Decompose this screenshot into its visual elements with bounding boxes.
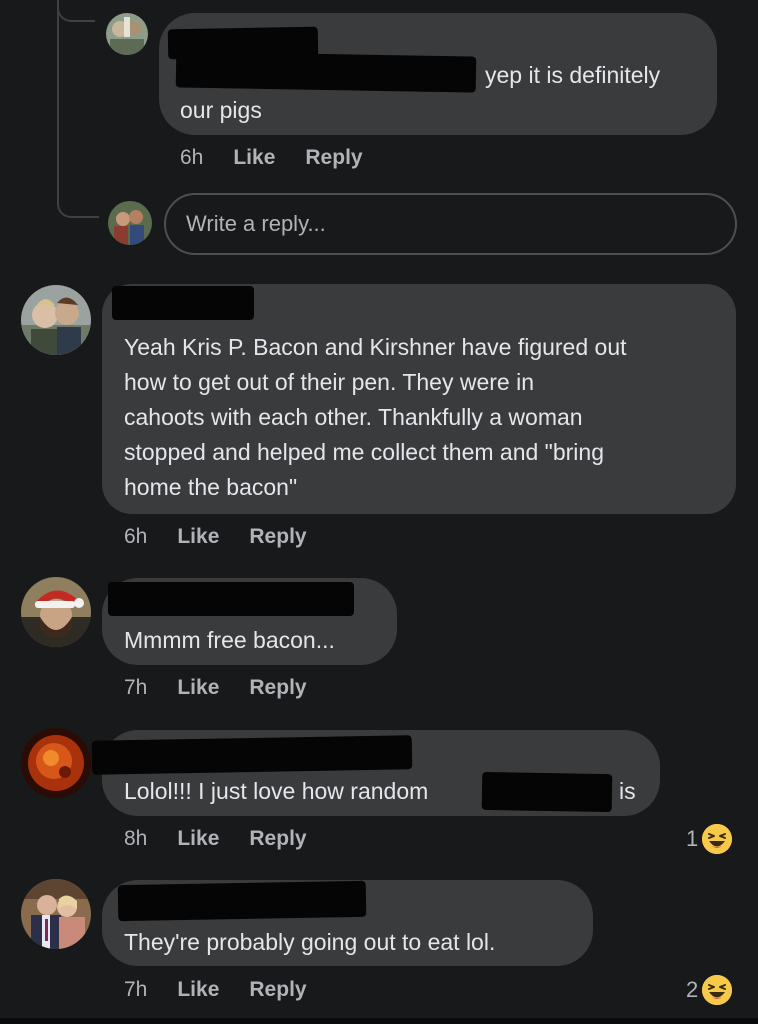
avatar[interactable] xyxy=(21,577,91,647)
comment-time: 6h xyxy=(124,525,148,548)
like-button[interactable]: Like xyxy=(177,978,219,1002)
haha-emoji-icon xyxy=(702,975,733,1005)
avatar[interactable] xyxy=(21,728,91,798)
avatar[interactable] xyxy=(106,13,148,55)
comment-text: stopped and helped me collect them and "… xyxy=(124,439,604,465)
reply-placeholder: Write a reply... xyxy=(186,211,326,236)
comment-text: Mmmm free bacon... xyxy=(124,627,335,653)
reply-button[interactable]: Reply xyxy=(305,146,362,170)
redacted-name xyxy=(112,286,254,320)
current-user-avatar[interactable] xyxy=(108,201,152,245)
comment-text: yep it is definitely xyxy=(485,62,661,88)
like-button[interactable]: Like xyxy=(177,676,219,700)
like-button[interactable]: Like xyxy=(177,827,219,851)
redacted-name xyxy=(481,771,613,813)
haha-emoji-icon xyxy=(702,824,733,854)
comment-text: is xyxy=(619,778,636,804)
comment-text: home the bacon" xyxy=(124,474,298,500)
comment-text: They're probably going out to eat lol. xyxy=(124,929,496,955)
comment-text: our pigs xyxy=(180,97,262,123)
comment-actions: 6h Like Reply xyxy=(124,522,337,552)
comment-text: how to get out of their pen. They were i… xyxy=(124,369,534,395)
comment-time: 7h xyxy=(124,676,148,699)
like-button[interactable]: Like xyxy=(233,146,275,170)
reply-button[interactable]: Reply xyxy=(249,978,306,1002)
bottom-edge xyxy=(0,1018,758,1024)
redacted-name xyxy=(108,582,354,616)
comment-actions: 6h Like Reply xyxy=(180,143,393,173)
comment-actions: 7h Like Reply xyxy=(124,975,337,1005)
redacted-name xyxy=(91,735,413,775)
reaction-summary[interactable]: 2 xyxy=(686,973,733,1007)
reaction-count: 1 xyxy=(686,826,699,851)
reply-button[interactable]: Reply xyxy=(249,827,306,851)
thread-connector xyxy=(57,0,95,22)
redacted-name xyxy=(175,51,477,93)
redacted-name xyxy=(117,880,367,922)
reaction-count: 2 xyxy=(686,977,699,1002)
thread-connector xyxy=(57,170,99,218)
comment-actions: 8h Like Reply xyxy=(124,824,337,854)
comment-time: 7h xyxy=(124,978,148,1001)
comment-time: 6h xyxy=(180,146,204,169)
avatar[interactable] xyxy=(21,879,91,949)
comment-text: Yeah Kris P. Bacon and Kirshner have fig… xyxy=(124,334,627,360)
comment-text: Lolol!!! I just love how random xyxy=(124,778,429,804)
comment-text: cahoots with each other. Thankfully a wo… xyxy=(124,404,583,430)
reply-button[interactable]: Reply xyxy=(249,525,306,549)
comment-time: 8h xyxy=(124,827,148,850)
reply-button[interactable]: Reply xyxy=(249,676,306,700)
comment-actions: 7h Like Reply xyxy=(124,673,337,703)
reaction-summary[interactable]: 1 xyxy=(686,822,733,856)
like-button[interactable]: Like xyxy=(177,525,219,549)
avatar[interactable] xyxy=(21,285,91,355)
thread-line xyxy=(57,20,59,195)
